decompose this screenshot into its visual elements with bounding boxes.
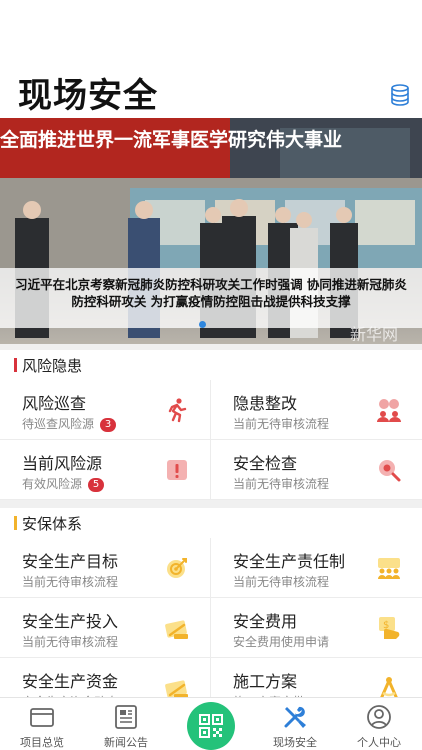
- location-search-icon: [379, 460, 401, 482]
- banner-sign-text: 全面推进世界一流军事医学研究伟大事业: [0, 128, 342, 151]
- card-safety-investment[interactable]: 安全生产投入 当前无待审核流程: [0, 598, 211, 658]
- news-banner[interactable]: 全面推进世界一流军事医学研究伟大事业 新华网: [0, 118, 422, 344]
- card-subtitle: 安全费用使用申请: [233, 635, 330, 649]
- card-title: 安全生产目标: [22, 552, 119, 571]
- banner-watermark: 新华网: [350, 325, 398, 344]
- tab-label: 现场安全: [273, 736, 317, 749]
- qr-code-icon: [199, 714, 223, 738]
- banner-caption[interactable]: 习近平在北京考察新冠肺炎防控科研攻关工作时强调 协同推进新冠肺炎防控科研攻关 为…: [0, 276, 422, 310]
- card-subtitle: 待巡查风险源 3: [22, 415, 117, 432]
- card-subtitle: 当前无待审核流程: [233, 477, 330, 491]
- section-title: 安保体系: [22, 515, 83, 533]
- user-icon: [367, 705, 391, 729]
- card-subtitle: 当前无待审核流程: [22, 575, 119, 589]
- card-title: 风险巡查: [22, 394, 87, 413]
- card-hazard-rectification[interactable]: 隐患整改 当前无待审核流程: [211, 380, 422, 440]
- count-badge: 5: [88, 478, 105, 492]
- news-icon: [115, 705, 137, 729]
- runner-icon: [168, 398, 187, 423]
- section-accent-bar: [14, 516, 17, 530]
- section-header-risk: 风险隐患: [0, 350, 422, 380]
- card-subtitle: 当前无待审核流程: [22, 635, 119, 649]
- alert-icon: [167, 460, 187, 480]
- card-subtitle: 有效风险源 5: [22, 475, 105, 492]
- count-badge: 3: [100, 418, 117, 432]
- folder-icon: [30, 708, 54, 727]
- card-title: 当前风险源: [22, 454, 103, 473]
- section-title: 风险隐患: [22, 357, 83, 375]
- tab-label: 项目总览: [20, 736, 64, 749]
- tools-icon: [284, 706, 306, 728]
- card-title: 安全费用: [233, 612, 298, 631]
- money-input-icon: [165, 620, 188, 639]
- card-title: 隐患整改: [233, 394, 298, 413]
- tab-news[interactable]: 新闻公告: [84, 698, 168, 750]
- card-title: 安全生产投入: [22, 612, 119, 631]
- card-safety-fee[interactable]: 安全费用 安全费用使用申请 $: [211, 598, 422, 658]
- banner-photo: 全面推进世界一流军事医学研究伟大事业 新华网: [0, 118, 422, 344]
- section-divider: [0, 500, 422, 508]
- card-title: 安全检查: [233, 454, 298, 473]
- tab-label: 个人中心: [357, 736, 401, 749]
- tab-project-overview[interactable]: 项目总览: [0, 698, 84, 750]
- card-safety-inspection[interactable]: 安全检查 当前无待审核流程: [211, 440, 422, 500]
- card-title: 施工方案: [233, 672, 298, 691]
- target-icon: [167, 558, 187, 578]
- tab-site-safety[interactable]: 现场安全: [253, 698, 337, 750]
- card-subtitle: 当前无待审核流程: [233, 575, 330, 589]
- header: 现场安全: [0, 0, 422, 118]
- card-subtitle: 当前无待审核流程: [233, 417, 330, 431]
- tab-label: 新闻公告: [104, 736, 148, 749]
- card-safety-responsibility[interactable]: 安全生产责任制 当前无待审核流程: [211, 538, 422, 598]
- tab-profile[interactable]: 个人中心: [337, 698, 421, 750]
- card-title: 安全生产责任制: [233, 552, 346, 571]
- card-current-risk-source[interactable]: 当前风险源 有效风险源 5: [0, 440, 211, 500]
- card-title: 安全生产资金: [22, 672, 119, 691]
- page-title: 现场安全: [18, 76, 158, 116]
- people-warning-icon: [377, 399, 401, 422]
- section-header-security-system: 安保体系: [0, 508, 422, 538]
- section-accent-bar: [14, 358, 17, 372]
- scan-qr-button[interactable]: [187, 702, 235, 750]
- banner-page-indicator[interactable]: [199, 321, 206, 328]
- card-risk-patrol[interactable]: 风险巡查 待巡查风险源 3: [0, 380, 211, 440]
- fee-icon: $: [379, 617, 400, 639]
- team-icon: [378, 558, 400, 579]
- card-safety-production-goal[interactable]: 安全生产目标 当前无待审核流程: [0, 538, 211, 598]
- database-icon[interactable]: [390, 84, 410, 106]
